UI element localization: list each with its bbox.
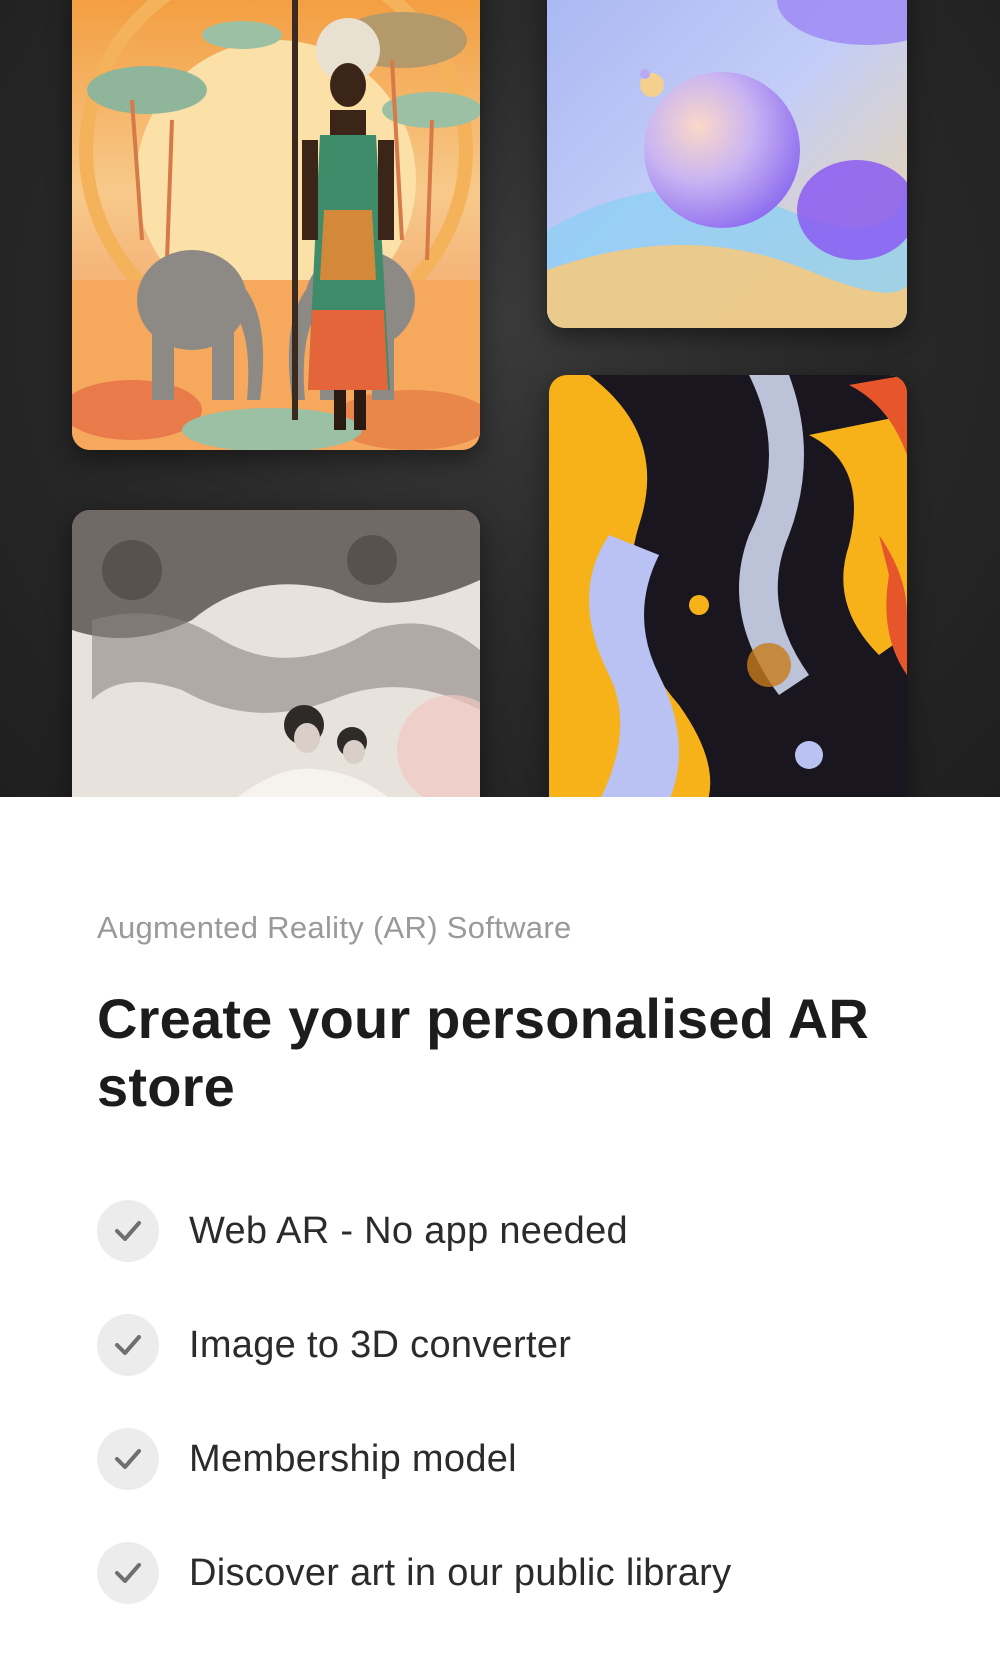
feature-label: Discover art in our public library: [189, 1551, 732, 1594]
feature-item-membership: Membership model: [97, 1428, 731, 1490]
checkmark-icon: [97, 1428, 159, 1490]
feature-item-image-to-3d: Image to 3D converter: [97, 1314, 731, 1376]
section-eyebrow: Augmented Reality (AR) Software: [97, 910, 572, 945]
artwork-image: [72, 510, 480, 797]
artwork-gallery: [0, 0, 1000, 797]
feature-label: Image to 3D converter: [189, 1323, 572, 1366]
artwork-card-african-woman[interactable]: [72, 0, 480, 450]
artwork-card-fluid-abstract[interactable]: [549, 375, 907, 797]
feature-item-web-ar: Web AR - No app needed: [97, 1200, 731, 1262]
artwork-card-pastel-sphere[interactable]: [547, 0, 907, 328]
artwork-card-vintage-photo[interactable]: [72, 510, 480, 797]
feature-list: Web AR - No app needed Image to 3D conve…: [97, 1200, 731, 1656]
feature-item-public-library: Discover art in our public library: [97, 1542, 731, 1604]
feature-label: Web AR - No app needed: [189, 1209, 628, 1252]
artwork-image: [72, 0, 480, 450]
checkmark-icon: [97, 1200, 159, 1262]
checkmark-icon: [97, 1314, 159, 1376]
page-title: Create your personalised AR store: [97, 987, 870, 1118]
feature-label: Membership model: [189, 1437, 517, 1480]
checkmark-icon: [97, 1542, 159, 1604]
artwork-image: [549, 375, 907, 797]
artwork-image: [547, 0, 907, 328]
